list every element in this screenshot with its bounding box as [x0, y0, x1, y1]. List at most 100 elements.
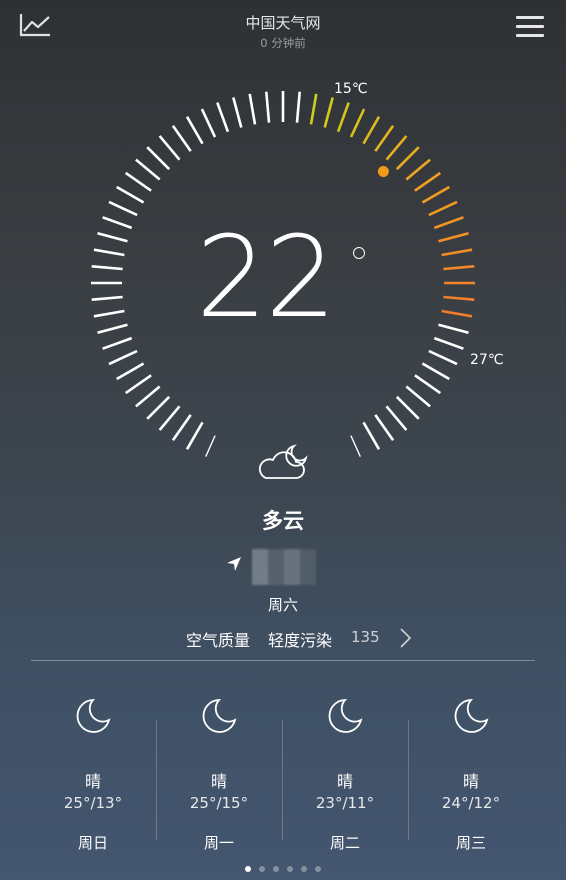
forecast-range: 23°/11°: [315, 794, 375, 812]
page-dot[interactable]: [245, 866, 251, 872]
forecast-weekday: 周日: [77, 834, 108, 852]
forecast-day[interactable]: 晴 23°/11° 周二: [282, 690, 408, 860]
current-temperature: 22: [196, 213, 337, 343]
page-dot[interactable]: [315, 866, 321, 872]
dial-tick: [102, 216, 133, 230]
dial-tick: [438, 323, 469, 334]
dial-tick: [135, 158, 161, 181]
dial-tick: [216, 102, 230, 133]
forecast-range: 25°/15°: [189, 794, 249, 812]
dial-tick: [433, 336, 464, 350]
dial-tick: [91, 295, 123, 301]
moon-icon: [454, 699, 489, 733]
moon-icon: [202, 699, 237, 733]
forecast-weekday: 周三: [455, 834, 486, 852]
location-arrow-icon[interactable]: [226, 556, 242, 572]
weather-condition: 多云: [262, 509, 304, 533]
dial-tick: [265, 91, 271, 123]
dial-tick: [185, 421, 204, 450]
dial-tick: [433, 216, 464, 230]
dial-tick: [93, 309, 125, 318]
chevron-right-icon: [400, 628, 412, 648]
dial-tick: [428, 200, 458, 217]
moon-icon: [76, 699, 111, 733]
dial-tick: [414, 171, 442, 192]
dial-tick: [443, 265, 475, 271]
forecast-weekday: 周一: [203, 834, 234, 852]
dial-tick: [441, 248, 473, 257]
dial-tick: [323, 97, 334, 128]
dial-tick: [295, 91, 301, 123]
page-dot[interactable]: [259, 866, 265, 872]
dial-tick: [116, 185, 145, 204]
dial-tick: [405, 158, 431, 181]
location-name-redacted[interactable]: [252, 549, 316, 585]
dial-tick: [185, 116, 204, 145]
dial-tick: [171, 414, 192, 442]
dial-tick: [374, 124, 395, 152]
dial-tick: [158, 405, 181, 431]
max-temp-label: 27℃: [470, 352, 504, 368]
dial-tick: [421, 362, 450, 381]
forecast-condition: 晴: [336, 772, 353, 791]
min-temp-label: 15℃: [334, 81, 368, 97]
current-temp-marker: [377, 166, 389, 177]
dial-tick: [116, 362, 145, 381]
air-quality-row[interactable]: 空气质量 轻度污染 135: [0, 627, 566, 651]
dial-tick: [395, 146, 420, 171]
dial-tick: [158, 135, 181, 161]
dial-tick: [108, 200, 138, 217]
page-dot[interactable]: [273, 866, 279, 872]
aqi-label: 空气质量: [186, 631, 251, 650]
dial-tick: [336, 102, 350, 133]
dial-tick: [93, 248, 125, 257]
dial-tick: [248, 93, 257, 125]
forecast-day[interactable]: 晴 25°/13° 周日: [30, 690, 156, 860]
dial-tick: [124, 171, 152, 192]
dial-tick: [421, 185, 450, 204]
aqi-level: 轻度污染: [268, 631, 333, 650]
forecast-day[interactable]: 晴 24°/12° 周三: [408, 690, 534, 860]
forecast-range: 25°/13°: [63, 794, 123, 812]
dial-tick: [309, 93, 318, 125]
dial-tick: [385, 135, 408, 161]
dial-tick: [395, 395, 420, 420]
current-weekday: 周六: [267, 596, 298, 614]
dial-tick: [428, 349, 458, 366]
dial-tick: [97, 323, 128, 334]
dial-tick: [232, 97, 243, 128]
page-indicator[interactable]: [0, 866, 566, 874]
dial-tick: [146, 395, 171, 420]
dial-tick: [362, 116, 381, 145]
dial-tick: [135, 385, 161, 408]
partly-cloudy-night-icon: [254, 440, 312, 484]
dial-tick: [108, 349, 138, 366]
dial-tick: [349, 108, 366, 138]
dial-tick: [91, 265, 123, 271]
forecast-condition: 晴: [84, 772, 101, 791]
dial-tick: [362, 421, 381, 450]
forecast-day[interactable]: 晴 25°/15° 周一: [156, 690, 282, 860]
dial-tick: [438, 232, 469, 243]
dial-end-cap: [205, 435, 216, 457]
dial-tick: [102, 336, 133, 350]
dial-end-cap: [350, 435, 361, 457]
aqi-value: 135: [351, 628, 380, 646]
forecast-weekday: 周二: [329, 834, 360, 852]
moon-icon: [328, 699, 363, 733]
dial-tick: [171, 124, 192, 152]
dial-tick: [405, 385, 431, 408]
dial-tick: [97, 232, 128, 243]
forecast-range: 24°/12°: [441, 794, 501, 812]
divider: [31, 660, 535, 661]
dial-tick: [146, 146, 171, 171]
dial-tick: [441, 309, 473, 318]
page-dot[interactable]: [287, 866, 293, 872]
page-dot[interactable]: [301, 866, 307, 872]
dial-tick: [374, 414, 395, 442]
dial-tick: [385, 405, 408, 431]
forecast-strip: 晴 25°/13° 周日 晴 25°/15° 周一 晴 23°/11° 周二 晴…: [30, 690, 536, 860]
forecast-condition: 晴: [462, 772, 479, 791]
forecast-condition: 晴: [210, 772, 227, 791]
dial-tick: [443, 295, 475, 301]
